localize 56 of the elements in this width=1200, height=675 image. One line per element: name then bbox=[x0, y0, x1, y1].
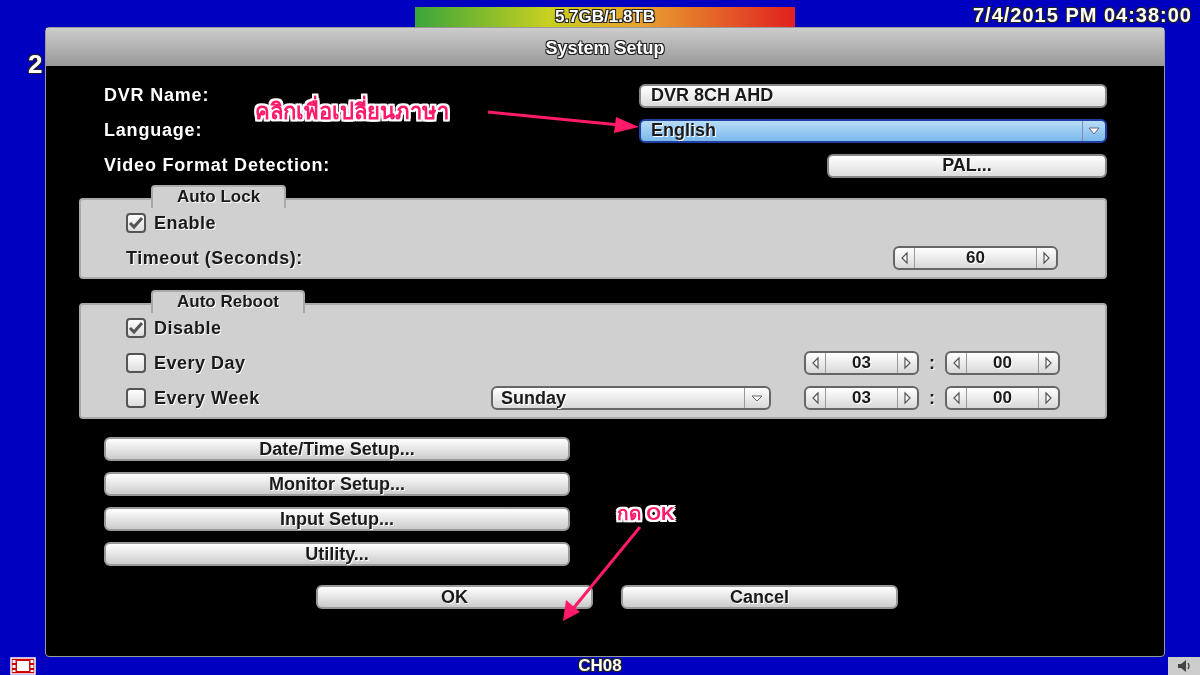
spinner-value: 60 bbox=[965, 248, 986, 268]
weekday-dropdown[interactable]: Sunday bbox=[491, 386, 771, 410]
annotation-text: คลิกเพื่อเปลี่ยนภาษา bbox=[255, 94, 449, 129]
menu-button[interactable]: Utility... bbox=[104, 542, 570, 566]
dialog-title: System Setup bbox=[46, 28, 1164, 66]
checkbox-label: Every Day bbox=[154, 352, 246, 374]
speaker-icon[interactable] bbox=[1176, 659, 1192, 673]
channel-label: CH08 bbox=[578, 657, 622, 675]
spinner-field[interactable]: 00 bbox=[945, 351, 1060, 375]
annotation-text: กด OK bbox=[617, 502, 675, 526]
spinner-field[interactable]: 03 bbox=[804, 386, 919, 410]
left-triangle-icon bbox=[899, 251, 910, 265]
left-triangle-icon bbox=[951, 356, 962, 370]
field-label: Video Format Detection: bbox=[104, 155, 331, 176]
spinner-value: 00 bbox=[992, 388, 1013, 408]
menu-button[interactable]: Date/Time Setup... bbox=[104, 437, 570, 461]
right-triangle-icon bbox=[1043, 356, 1054, 370]
spinner-value: 03 bbox=[851, 388, 872, 408]
cancel-button[interactable]: Cancel bbox=[621, 585, 898, 609]
film-icon[interactable] bbox=[10, 657, 36, 675]
text-field[interactable]: DVR 8CH AHD bbox=[639, 83, 1107, 108]
ok-button[interactable]: OK bbox=[316, 585, 593, 609]
checkbox-label: Disable bbox=[154, 317, 222, 339]
checkbox[interactable] bbox=[126, 353, 146, 373]
check-icon bbox=[128, 216, 144, 230]
checkbox-label: Every Week bbox=[154, 387, 260, 409]
field-label: Language: bbox=[104, 120, 203, 141]
checkbox-label: Enable bbox=[154, 212, 217, 234]
timeout-label: Timeout (Seconds): bbox=[126, 247, 303, 269]
menu-button[interactable]: Monitor Setup... bbox=[104, 472, 570, 496]
spinner-field[interactable]: 60 bbox=[893, 246, 1058, 270]
checkbox[interactable] bbox=[126, 318, 146, 338]
spinner-field[interactable]: 00 bbox=[945, 386, 1060, 410]
spinner-value: 03 bbox=[851, 353, 872, 373]
left-triangle-icon bbox=[810, 391, 821, 405]
spinner-value: 00 bbox=[992, 353, 1013, 373]
format-button[interactable]: PAL... bbox=[827, 153, 1107, 178]
dropdown-field[interactable]: English bbox=[639, 118, 1107, 143]
checkbox[interactable] bbox=[126, 213, 146, 233]
check-icon bbox=[128, 321, 144, 335]
right-triangle-icon bbox=[902, 391, 913, 405]
field-label: DVR Name: bbox=[104, 85, 210, 106]
left-triangle-icon bbox=[810, 356, 821, 370]
time-separator: : bbox=[929, 352, 935, 374]
date-time: 7/4/2015 PM 04:38:00 bbox=[972, 3, 1192, 27]
spinner-field[interactable]: 03 bbox=[804, 351, 919, 375]
checkbox[interactable] bbox=[126, 388, 146, 408]
right-triangle-icon bbox=[1041, 251, 1052, 265]
dropdown-arrow-icon bbox=[1088, 126, 1100, 135]
right-triangle-icon bbox=[902, 356, 913, 370]
right-triangle-icon bbox=[1043, 391, 1054, 405]
status-text: 2 bbox=[27, 48, 44, 81]
menu-button[interactable]: Input Setup... bbox=[104, 507, 570, 531]
time-separator: : bbox=[929, 387, 935, 409]
left-triangle-icon bbox=[951, 391, 962, 405]
storage-meter: 5.7GB/1.8TB bbox=[415, 7, 795, 27]
